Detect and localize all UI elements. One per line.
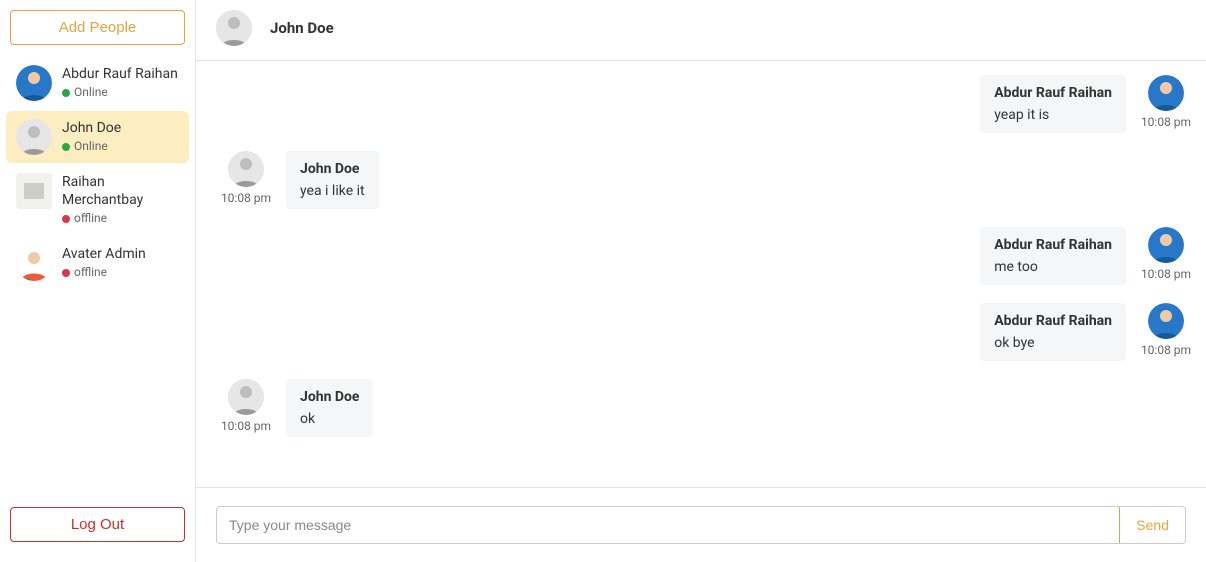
message-meta: 10:08 pm	[216, 151, 276, 205]
chat-header-avatar	[216, 10, 252, 46]
message-meta: 10:08 pm	[1136, 75, 1196, 129]
status-label: Online	[74, 85, 108, 101]
message-sender: John Doe	[300, 389, 359, 405]
compose-wrap: Send	[216, 506, 1186, 544]
message-avatar	[228, 151, 264, 187]
status-row: offline	[62, 265, 146, 281]
chat-header-name: John Doe	[270, 19, 334, 37]
message-row: Abdur Rauf Raihan ok bye 10:08 pm	[216, 303, 1196, 361]
chat-header: John Doe	[196, 0, 1206, 61]
status-dot-online-icon	[62, 143, 70, 151]
logout-button[interactable]: Log Out	[10, 507, 185, 542]
message-time: 10:08 pm	[1141, 115, 1191, 129]
message-bubble: Abdur Rauf Raihan yeap it is	[980, 75, 1126, 133]
avatar	[16, 65, 52, 101]
message-bubble: John Doe yea i like it	[286, 151, 379, 209]
message-time: 10:08 pm	[221, 191, 271, 205]
message-text: me too	[994, 259, 1112, 275]
add-people-button[interactable]: Add People	[10, 10, 185, 45]
message-sender: Abdur Rauf Raihan	[994, 85, 1112, 101]
contact-item[interactable]: Avater Admin offline	[6, 237, 189, 289]
message-bubble: John Doe ok	[286, 379, 373, 437]
chat-main: John Doe Abdur Rauf Raihan yeap it is 10…	[196, 0, 1206, 562]
message-avatar	[228, 379, 264, 415]
status-label: offline	[74, 211, 107, 227]
sidebar: Add People Abdur Rauf Raihan Online John…	[0, 0, 196, 562]
status-dot-offline-icon	[62, 215, 70, 223]
contact-name: John Doe	[62, 119, 121, 137]
avatar	[16, 173, 52, 209]
message-time: 10:08 pm	[221, 419, 271, 433]
message-avatar	[1148, 75, 1184, 111]
message-time: 10:08 pm	[1141, 343, 1191, 357]
contact-info: Raihan Merchantbay offline	[62, 173, 179, 227]
message-time: 10:08 pm	[1141, 267, 1191, 281]
contact-name: Abdur Rauf Raihan	[62, 65, 178, 83]
contact-info: Avater Admin offline	[62, 245, 146, 281]
contact-item[interactable]: John Doe Online	[6, 111, 189, 163]
message-meta: 10:08 pm	[1136, 303, 1196, 357]
composer: Send	[196, 487, 1206, 562]
send-button[interactable]: Send	[1119, 506, 1186, 544]
message-text: ok	[300, 411, 359, 427]
sidebar-top: Add People	[0, 0, 195, 55]
message-sender: John Doe	[300, 161, 365, 177]
status-dot-online-icon	[62, 89, 70, 97]
message-text: ok bye	[994, 335, 1112, 351]
contacts-list: Abdur Rauf Raihan Online John Doe Online	[0, 55, 195, 497]
status-label: Online	[74, 139, 108, 155]
sidebar-bottom: Log Out	[0, 497, 195, 552]
message-row: Abdur Rauf Raihan me too 10:08 pm	[216, 227, 1196, 285]
status-dot-offline-icon	[62, 269, 70, 277]
message-text: yea i like it	[300, 183, 365, 199]
contact-info: Abdur Rauf Raihan Online	[62, 65, 178, 101]
contact-name: Avater Admin	[62, 245, 146, 263]
message-sender: Abdur Rauf Raihan	[994, 237, 1112, 253]
messages-pane[interactable]: Abdur Rauf Raihan yeap it is 10:08 pm 10…	[196, 61, 1206, 487]
message-bubble: Abdur Rauf Raihan ok bye	[980, 303, 1126, 361]
status-row: offline	[62, 211, 179, 227]
contact-info: John Doe Online	[62, 119, 121, 155]
avatar	[16, 119, 52, 155]
status-row: Online	[62, 139, 121, 155]
message-text: yeap it is	[994, 107, 1112, 123]
message-bubble: Abdur Rauf Raihan me too	[980, 227, 1126, 285]
message-row: 10:08 pm John Doe yea i like it	[216, 151, 1196, 209]
message-sender: Abdur Rauf Raihan	[994, 313, 1112, 329]
app-root: Add People Abdur Rauf Raihan Online John…	[0, 0, 1206, 562]
message-avatar	[1148, 227, 1184, 263]
message-meta: 10:08 pm	[216, 379, 276, 433]
status-label: offline	[74, 265, 107, 281]
message-meta: 10:08 pm	[1136, 227, 1196, 281]
contact-item[interactable]: Raihan Merchantbay offline	[6, 165, 189, 235]
message-avatar	[1148, 303, 1184, 339]
message-row: Abdur Rauf Raihan yeap it is 10:08 pm	[216, 75, 1196, 133]
message-input[interactable]	[217, 507, 1119, 543]
message-row: 10:08 pm John Doe ok	[216, 379, 1196, 437]
avatar	[16, 245, 52, 281]
status-row: Online	[62, 85, 178, 101]
contact-item[interactable]: Abdur Rauf Raihan Online	[6, 57, 189, 109]
contact-name: Raihan Merchantbay	[62, 173, 179, 209]
